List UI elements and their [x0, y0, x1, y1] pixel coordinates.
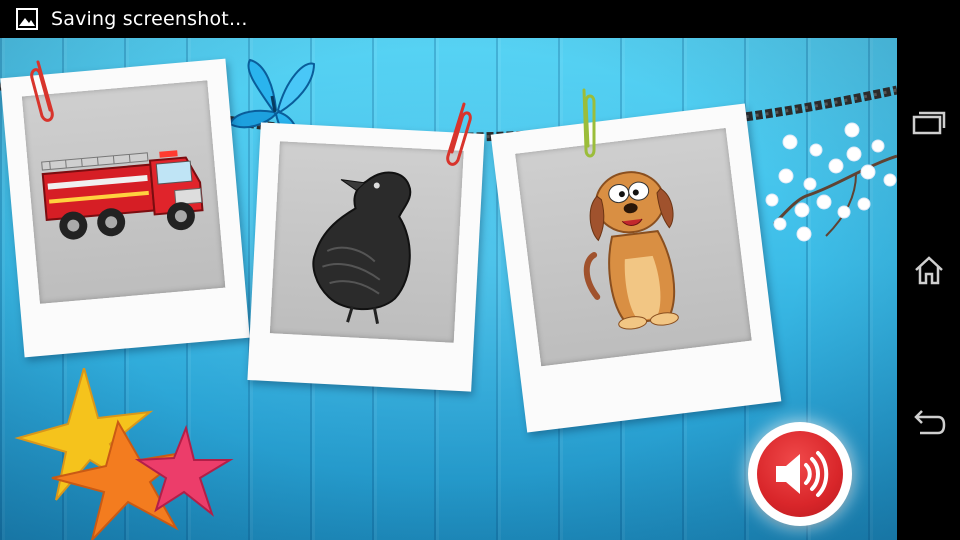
- crow-icon: [312, 171, 412, 324]
- picture-frame: [515, 128, 752, 367]
- status-text: Saving screenshot...: [51, 8, 248, 30]
- recent-apps-button[interactable]: [909, 102, 949, 142]
- fire-truck-icon: [41, 150, 204, 240]
- picture-card-dog[interactable]: [490, 103, 782, 433]
- speaker-icon: [776, 451, 829, 497]
- picture-frame: [269, 141, 464, 343]
- game-area: [0, 38, 897, 540]
- back-icon: [914, 410, 946, 435]
- paperclip-icon: [446, 102, 472, 166]
- status-bar: Saving screenshot...: [0, 0, 960, 38]
- recent-apps-icon: [912, 111, 946, 135]
- sound-button[interactable]: [748, 422, 852, 526]
- paperclip-icon: [30, 60, 54, 122]
- paperclip-icon: [582, 88, 596, 158]
- dog-icon: [583, 171, 679, 330]
- blossom-branch-icon: [765, 122, 897, 242]
- starfish-icon: [14, 368, 234, 540]
- home-button[interactable]: [909, 250, 949, 290]
- navigation-bar: [897, 38, 960, 540]
- home-icon: [915, 256, 943, 285]
- back-button[interactable]: [909, 402, 949, 442]
- sound-button-face: [757, 431, 843, 517]
- picture-icon: [16, 8, 38, 30]
